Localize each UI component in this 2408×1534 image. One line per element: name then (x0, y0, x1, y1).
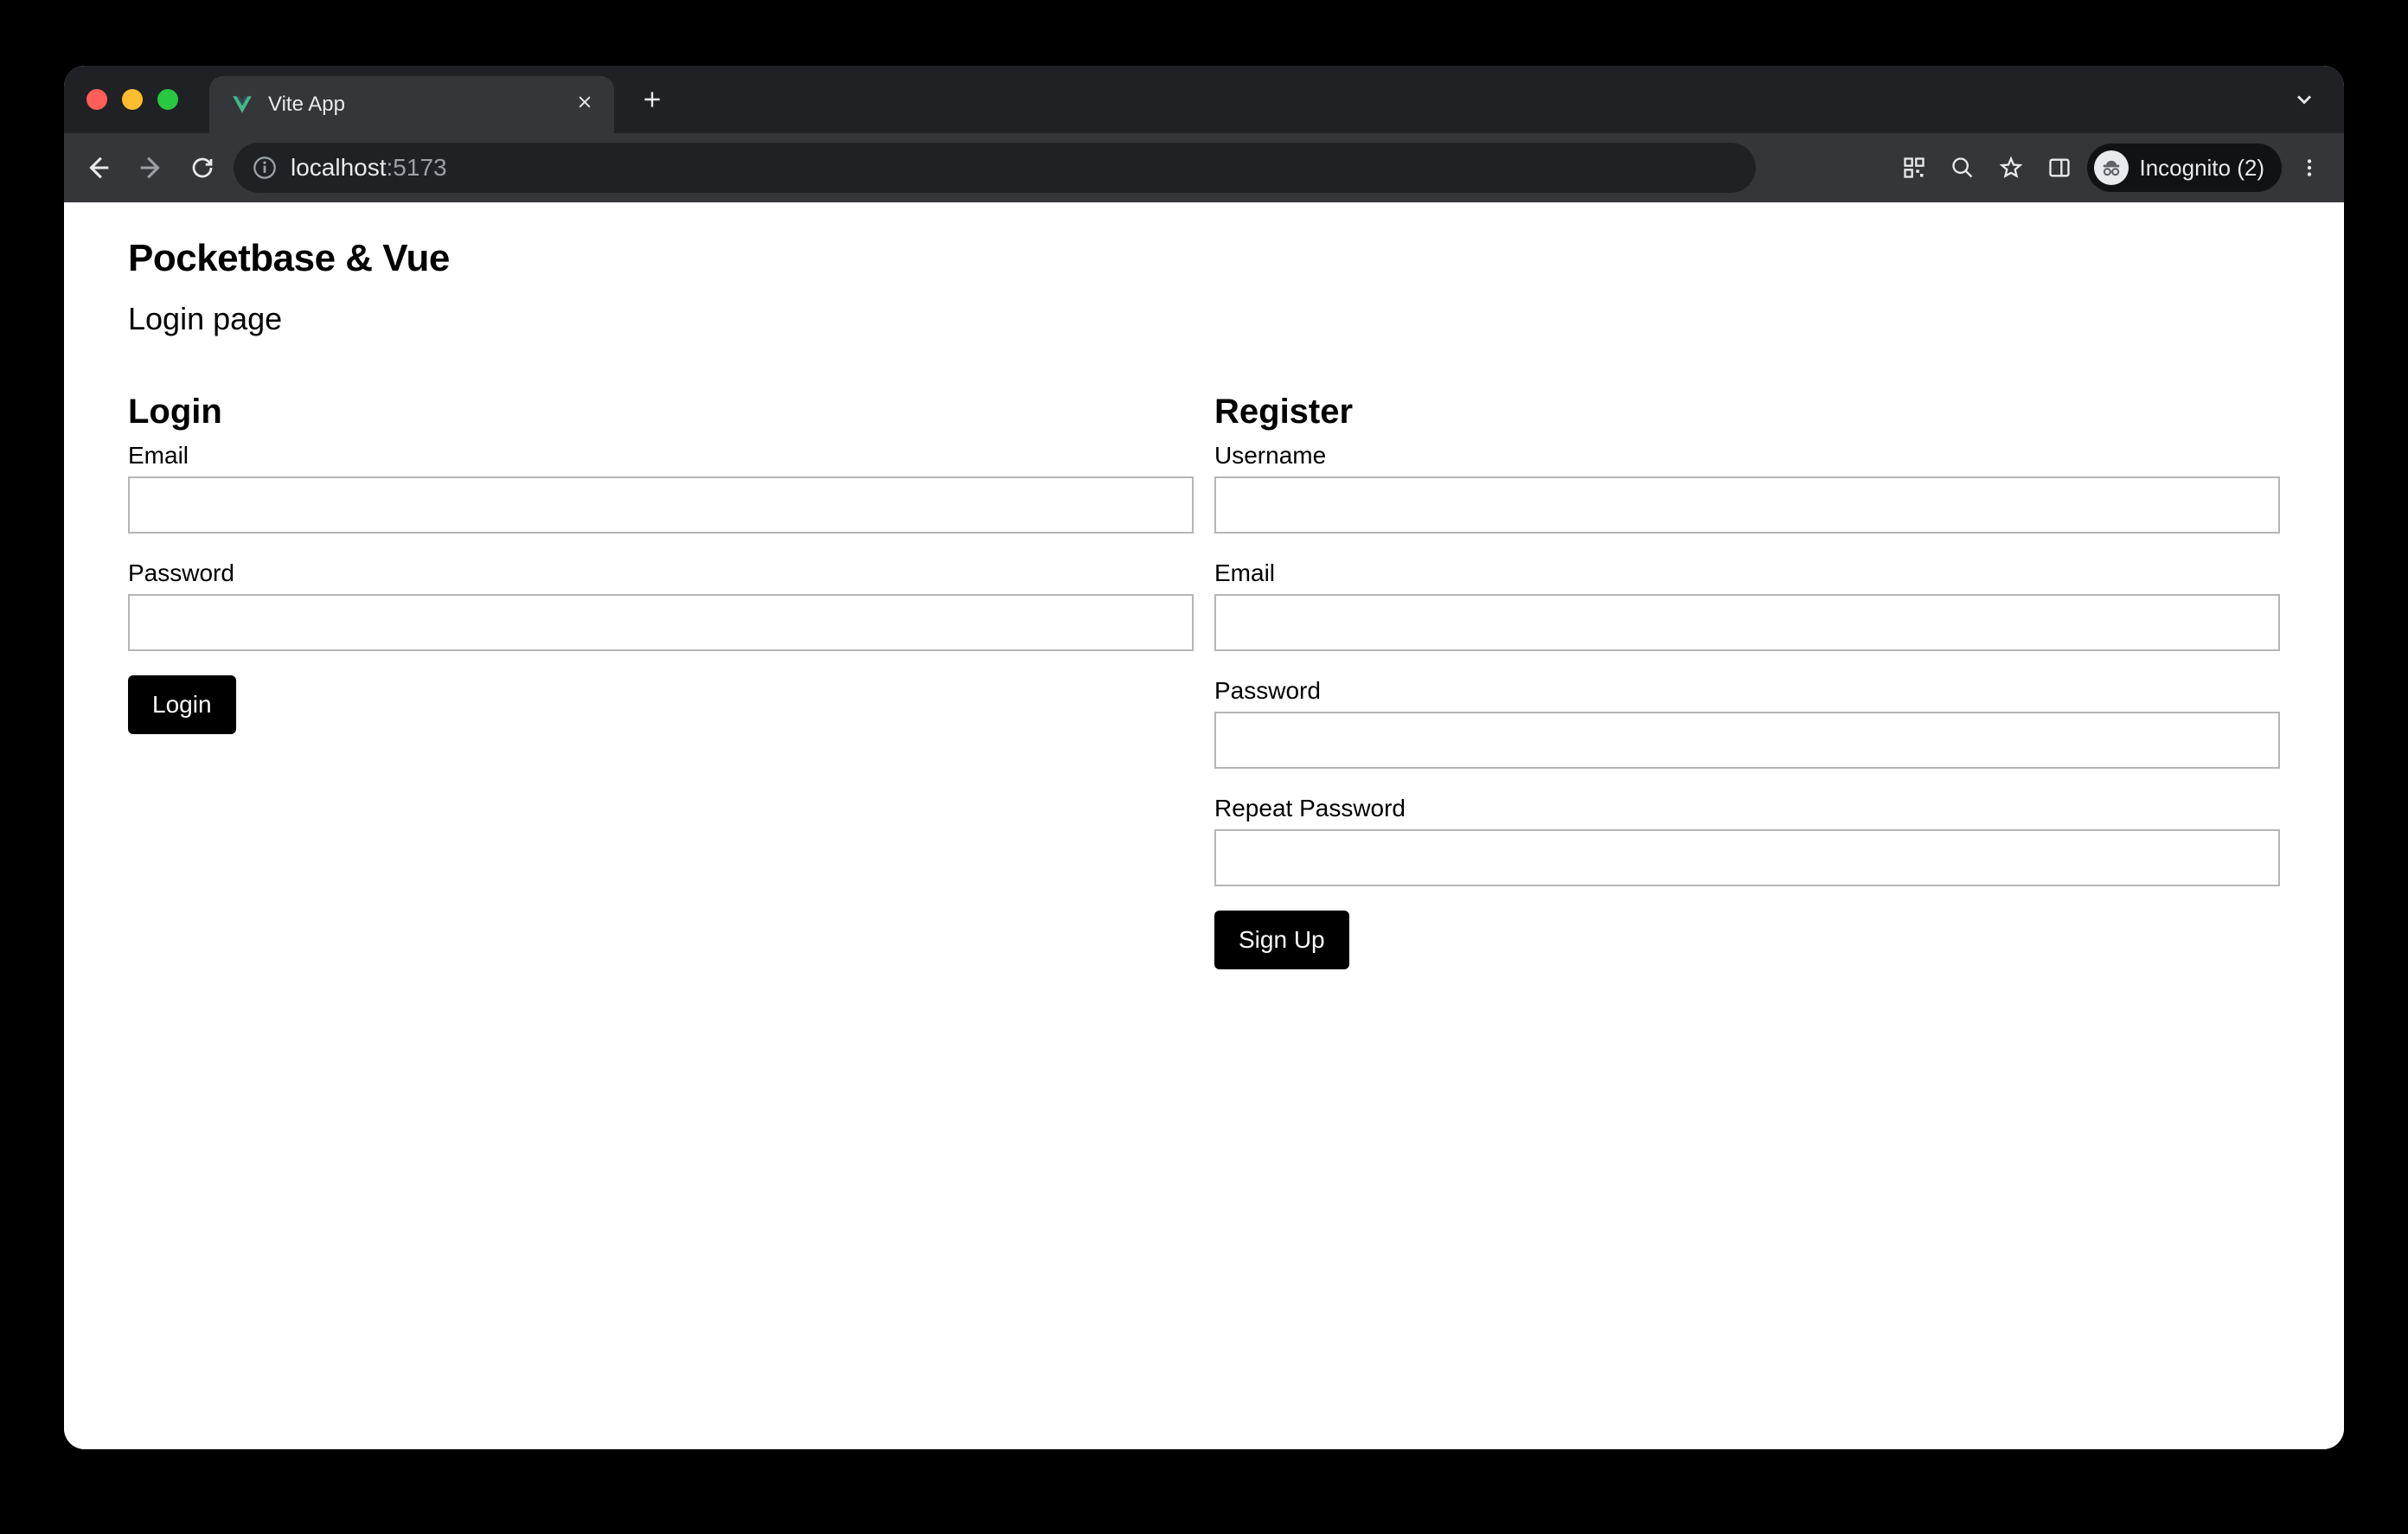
back-button[interactable] (78, 147, 119, 189)
close-tab-button[interactable] (576, 93, 593, 116)
register-username-input[interactable] (1214, 476, 2280, 534)
login-password-label: Password (128, 559, 1194, 587)
fullscreen-window-button[interactable] (157, 89, 178, 110)
login-button[interactable]: Login (128, 675, 236, 734)
forms-grid: Login Email Password Login Register User… (128, 393, 2280, 969)
reload-button[interactable] (182, 147, 223, 189)
register-username-label: Username (1214, 442, 2280, 470)
url-host: localhost (291, 154, 387, 181)
register-email-input[interactable] (1214, 594, 2280, 651)
toolbar: localhost:5173 I (64, 133, 2344, 202)
register-password-label: Password (1214, 677, 2280, 705)
login-email-input[interactable] (128, 476, 1194, 534)
bookmark-icon[interactable] (1990, 147, 2032, 189)
close-window-button[interactable] (86, 89, 107, 110)
browser-window: Vite App (64, 66, 2344, 1449)
browser-menu-button[interactable] (2289, 147, 2330, 189)
incognito-icon (2094, 150, 2129, 185)
page-title: Pocketbase & Vue (128, 237, 2280, 280)
site-info-icon[interactable] (253, 156, 277, 180)
login-password-input[interactable] (128, 594, 1194, 651)
new-tab-button[interactable] (633, 80, 671, 118)
login-email-label: Email (128, 442, 1194, 470)
register-repeat-password-label: Repeat Password (1214, 795, 2280, 822)
tabstrip: Vite App (64, 66, 2344, 133)
toolbar-right: Incognito (2) (1893, 144, 2330, 192)
qr-icon[interactable] (1893, 147, 1935, 189)
window-controls (86, 89, 178, 110)
side-panel-icon[interactable] (2039, 147, 2080, 189)
tab-title: Vite App (268, 93, 562, 117)
tabs-menu-button[interactable] (2283, 79, 2325, 120)
forward-button[interactable] (130, 147, 171, 189)
register-heading: Register (1214, 393, 2280, 431)
vue-favicon-icon (230, 93, 254, 117)
login-form: Login Email Password Login (128, 393, 1194, 969)
incognito-indicator[interactable]: Incognito (2) (2087, 144, 2282, 192)
url-text: localhost:5173 (291, 154, 447, 182)
page-subtitle: Login page (128, 301, 2280, 337)
register-repeat-password-input[interactable] (1214, 829, 2280, 886)
zoom-icon[interactable] (1942, 147, 1983, 189)
login-heading: Login (128, 393, 1194, 431)
page-viewport: Pocketbase & Vue Login page Login Email … (64, 202, 2344, 1449)
incognito-label: Incognito (2) (2139, 155, 2264, 182)
address-bar[interactable]: localhost:5173 (234, 143, 1756, 193)
browser-tab[interactable]: Vite App (209, 76, 614, 133)
signup-button[interactable]: Sign Up (1214, 911, 1349, 969)
register-form: Register Username Email Password Repeat … (1214, 393, 2280, 969)
register-password-input[interactable] (1214, 712, 2280, 769)
minimize-window-button[interactable] (122, 89, 143, 110)
browser-chrome: Vite App (64, 66, 2344, 202)
url-port: :5173 (387, 154, 447, 181)
register-email-label: Email (1214, 559, 2280, 587)
